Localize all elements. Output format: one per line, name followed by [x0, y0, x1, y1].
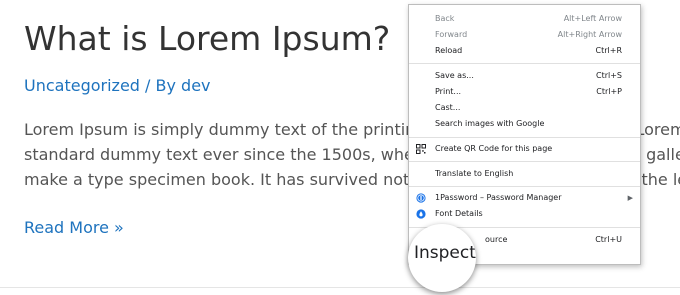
divider — [0, 287, 680, 288]
menu-separator — [409, 63, 640, 64]
menu-item-save-as[interactable]: Save as... Ctrl+S — [409, 69, 640, 83]
menu-separator — [409, 161, 640, 162]
category-link[interactable]: Uncategorized — [24, 76, 140, 95]
menu-item-label: Cast... — [435, 103, 461, 112]
font-details-icon — [416, 209, 426, 219]
menu-item-shortcut: Ctrl+S — [595, 71, 622, 80]
menu-separator — [409, 186, 640, 187]
onepassword-icon — [416, 193, 426, 203]
menu-item-back[interactable]: Back Alt+Left Arrow — [409, 12, 640, 26]
menu-separator — [409, 137, 640, 138]
post-title[interactable]: What is Lorem Ipsum? — [24, 19, 390, 59]
inspect-magnifier: Inspect — [408, 224, 476, 292]
menu-item-label: Translate to English — [435, 169, 514, 178]
menu-item-translate[interactable]: Translate to English — [409, 167, 640, 181]
menu-item-1password[interactable]: 1Password – Password Manager ▶ — [409, 191, 640, 205]
menu-item-shortcut: Ctrl+U — [595, 235, 622, 244]
menu-item-label: Font Details — [435, 209, 483, 218]
menu-item-shortcut: Ctrl+R — [595, 46, 623, 55]
menu-item-reload[interactable]: Reload Ctrl+R — [409, 44, 640, 58]
menu-item-label: Forward — [435, 30, 468, 39]
menu-item-label: Search images with Google — [435, 119, 545, 128]
meta-separator: / By — [139, 76, 182, 95]
author-link[interactable]: dev — [181, 76, 210, 95]
menu-item-print[interactable]: Print... Ctrl+P — [409, 85, 640, 99]
menu-item-label: Save as... — [435, 71, 474, 80]
menu-item-label: Create QR Code for this page — [435, 144, 553, 153]
submenu-arrow-icon: ▶ — [627, 194, 633, 202]
menu-item-cast[interactable]: Cast... — [409, 101, 640, 115]
menu-item-forward[interactable]: Forward Alt+Right Arrow — [409, 28, 640, 42]
menu-item-search-images[interactable]: Search images with Google — [409, 117, 640, 131]
menu-item-inspect[interactable]: Inspect — [414, 243, 476, 263]
menu-item-shortcut: Alt+Left Arrow — [563, 14, 622, 23]
post-meta: Uncategorized / By dev — [24, 76, 211, 96]
menu-item-create-qr[interactable]: Create QR Code for this page — [409, 142, 640, 156]
menu-item-label: Reload — [435, 46, 463, 55]
menu-item-shortcut: Ctrl+P — [596, 87, 622, 96]
menu-item-shortcut: Alt+Right Arrow — [557, 30, 622, 39]
menu-item-label: ource — [485, 235, 508, 244]
menu-item-label: Print... — [435, 87, 462, 96]
menu-item-font-details[interactable]: Font Details — [409, 207, 640, 221]
menu-item-label: 1Password – Password Manager — [435, 193, 562, 202]
read-more-link[interactable]: Read More » — [24, 218, 124, 238]
menu-item-label: Back — [435, 14, 455, 23]
qr-code-icon — [416, 144, 426, 154]
